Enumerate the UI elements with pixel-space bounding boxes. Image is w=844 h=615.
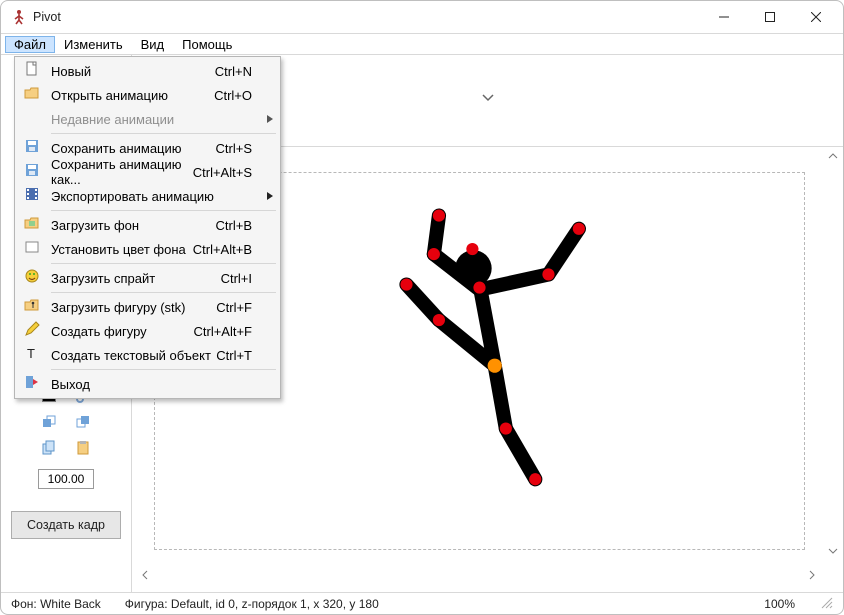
text-icon: T (24, 345, 40, 366)
chevron-down-icon[interactable] (481, 91, 495, 110)
menu-help[interactable]: Помощь (173, 36, 241, 53)
menu-separator (51, 133, 276, 134)
image-folder-icon (24, 215, 40, 236)
menu-recent: Недавние анимации (17, 107, 278, 131)
film-icon (24, 186, 40, 207)
menu-bar: Файл Изменить Вид Помощь (1, 33, 843, 55)
scroll-up-icon[interactable] (826, 149, 840, 163)
menu-createfig[interactable]: Создать фигуруCtrl+Alt+F (17, 319, 278, 343)
menu-file[interactable]: Файл (5, 36, 55, 53)
file-menu-dropdown: НовыйCtrl+N Открыть анимациюCtrl+O Недав… (14, 56, 281, 399)
tool-row-2 (39, 411, 93, 433)
title-bar: Pivot (1, 1, 843, 33)
menu-open[interactable]: Открыть анимациюCtrl+O (17, 83, 278, 107)
status-zoom: 100% (764, 597, 795, 611)
open-folder-icon (24, 85, 40, 106)
send-back-icon[interactable] (73, 412, 93, 432)
minimize-button[interactable] (701, 1, 747, 33)
menu-separator (51, 369, 276, 370)
horizontal-scrollbar[interactable] (136, 566, 821, 584)
scroll-right-icon[interactable] (805, 568, 819, 582)
new-file-icon (24, 61, 40, 82)
paste-icon[interactable] (73, 438, 93, 458)
vertical-scrollbar[interactable] (824, 147, 842, 560)
menu-edit[interactable]: Изменить (55, 36, 132, 53)
resize-grip-icon[interactable] (819, 595, 833, 612)
status-bg: Фон: White Back (11, 597, 101, 611)
menu-textobj[interactable]: T Создать текстовый объектCtrl+T (17, 343, 278, 367)
menu-export[interactable]: Экспортировать анимацию (17, 184, 278, 208)
menu-bgcolor[interactable]: Установить цвет фонаCtrl+Alt+B (17, 237, 278, 261)
tool-row-3 (39, 437, 93, 459)
window-title: Pivot (33, 10, 61, 24)
exit-icon (24, 374, 40, 395)
scale-input[interactable] (38, 469, 94, 489)
pencil-icon (24, 321, 40, 342)
menu-loadbg[interactable]: Загрузить фонCtrl+B (17, 213, 278, 237)
menu-separator (51, 210, 276, 211)
saveas-icon (24, 162, 40, 183)
close-button[interactable] (793, 1, 839, 33)
app-icon (11, 9, 27, 25)
menu-view[interactable]: Вид (132, 36, 174, 53)
menu-loadfig[interactable]: Загрузить фигуру (stk)Ctrl+F (17, 295, 278, 319)
create-frame-button[interactable]: Создать кадр (11, 511, 121, 539)
bring-front-icon[interactable] (39, 412, 59, 432)
menu-separator (51, 292, 276, 293)
smiley-icon (24, 268, 40, 289)
submenu-arrow-icon (264, 115, 278, 123)
menu-sprite[interactable]: Загрузить спрайтCtrl+I (17, 266, 278, 290)
menu-exit[interactable]: Выход (17, 372, 278, 396)
status-figure: Фигура: Default, id 0, z-порядок 1, x 32… (125, 597, 379, 611)
menu-new[interactable]: НовыйCtrl+N (17, 59, 278, 83)
submenu-arrow-icon (264, 192, 278, 200)
menu-separator (51, 263, 276, 264)
menu-saveas[interactable]: Сохранить анимацию как...Ctrl+Alt+S (17, 160, 278, 184)
copy-icon[interactable] (39, 438, 59, 458)
scroll-down-icon[interactable] (826, 544, 840, 558)
status-bar: Фон: White Back Фигура: Default, id 0, z… (1, 592, 843, 614)
maximize-button[interactable] (747, 1, 793, 33)
figure-folder-icon (24, 297, 40, 318)
blank-rect-icon (24, 239, 40, 260)
app-window: Pivot Файл Изменить Вид Помощь (0, 0, 844, 615)
save-icon (24, 138, 40, 159)
svg-text:T: T (27, 346, 35, 361)
scroll-left-icon[interactable] (138, 568, 152, 582)
